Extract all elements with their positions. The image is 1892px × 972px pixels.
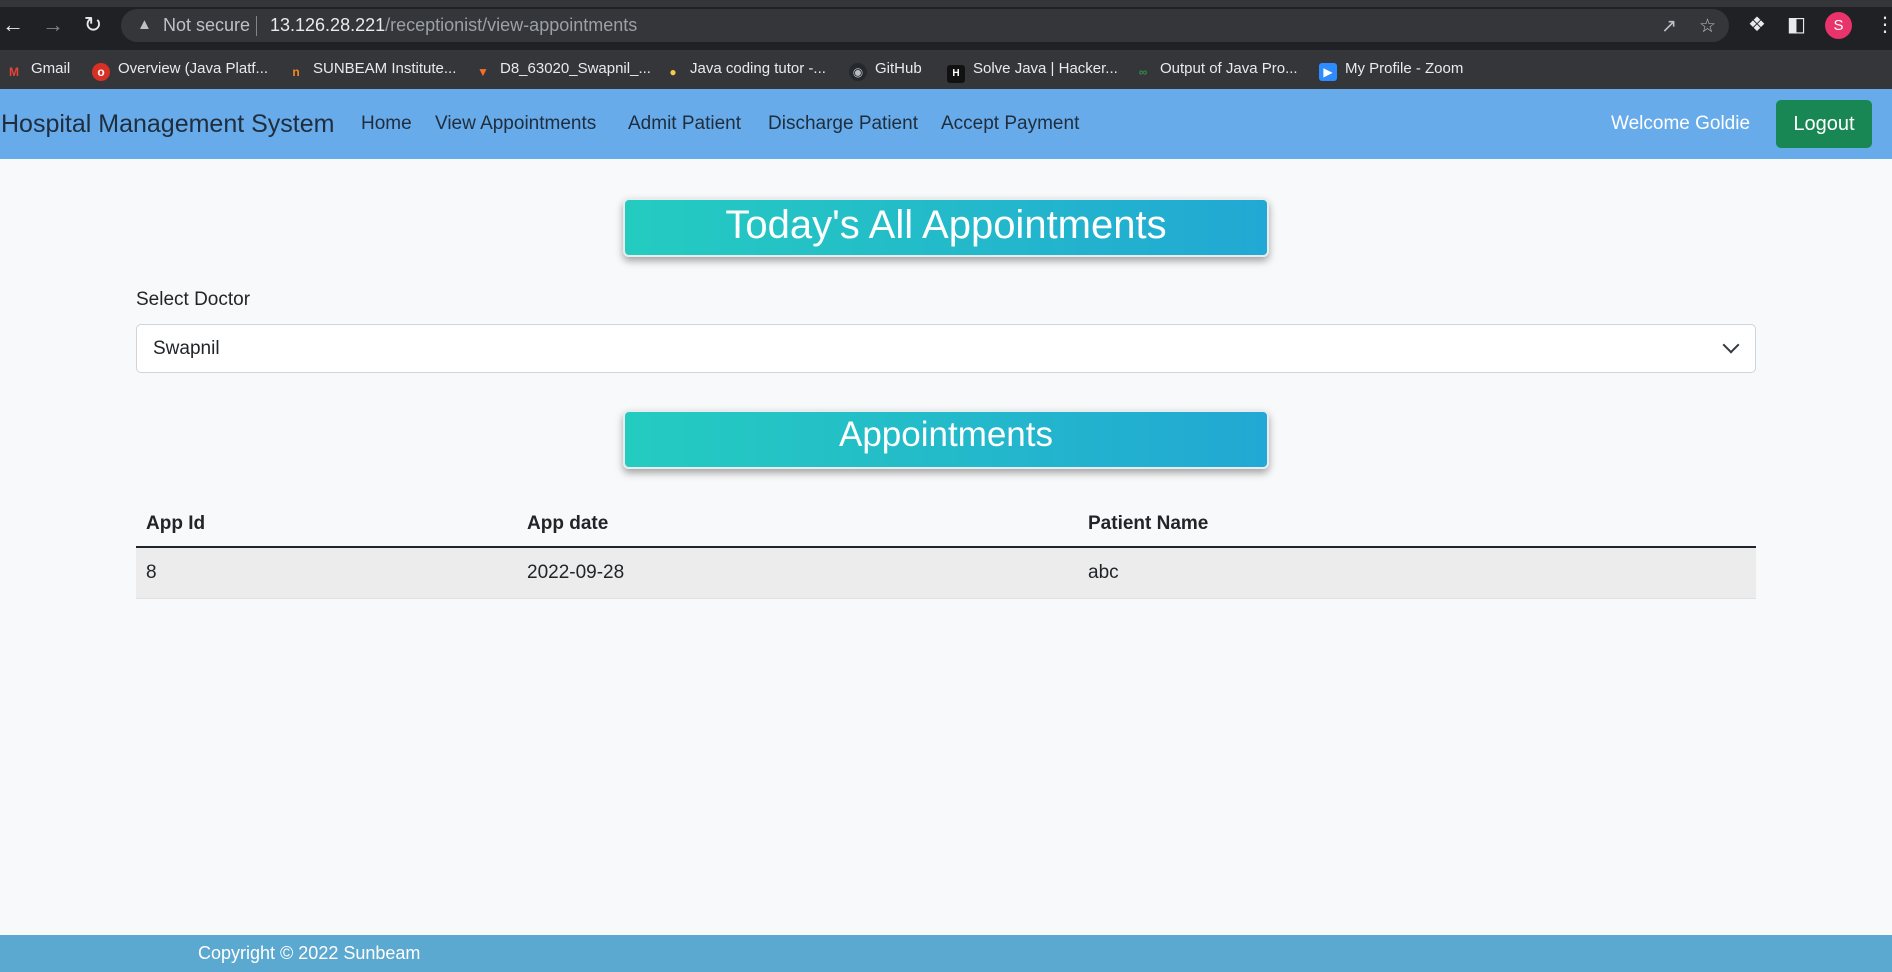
bookmark-label: My Profile - Zoom xyxy=(1345,60,1464,77)
page-title: Today's All Appointments xyxy=(623,198,1269,257)
nav-discharge-patient[interactable]: Discharge Patient xyxy=(768,113,918,135)
gitlab-icon: ▼ xyxy=(477,65,489,79)
bookmark-java-tutor[interactable]: ● Java coding tutor -... xyxy=(664,58,826,80)
header-app-id: App Id xyxy=(146,513,206,534)
menu-icon[interactable]: ⋮ xyxy=(1875,12,1892,37)
bookmark-gitlab[interactable]: ▼ D8_63020_Swapnil_... xyxy=(474,58,651,80)
browser-toolbar: ← → ↻ ▲ Not secure 13.126.28.221/recepti… xyxy=(0,0,1892,50)
omnibox-divider xyxy=(256,16,257,36)
app-navbar: Hospital Management System Home View App… xyxy=(0,89,1892,159)
table-header: App Id App date Patient Name xyxy=(136,500,1756,548)
bookmark-github[interactable]: ◉ GitHub xyxy=(849,58,922,81)
bookmark-label: Overview (Java Platf... xyxy=(118,60,269,77)
bookmarks-bar: M Gmail o Overview (Java Platf... n SUNBEAM… xyxy=(0,50,1892,89)
nav-home[interactable]: Home xyxy=(361,113,412,135)
side-panel-icon[interactable]: ◧ xyxy=(1787,12,1806,37)
bookmark-sunbeam[interactable]: n SUNBEAM Institute... xyxy=(287,58,456,80)
oracle-icon: o xyxy=(92,63,110,81)
github-icon: ◉ xyxy=(849,63,867,81)
select-doctor-label: Select Doctor xyxy=(136,289,251,310)
chevron-down-icon xyxy=(1722,336,1740,354)
nav-view-appointments[interactable]: View Appointments xyxy=(435,113,596,135)
bookmark-output-java[interactable]: ∞ Output of Java Pro... xyxy=(1134,58,1298,80)
brand-title[interactable]: Hospital Management System xyxy=(1,110,334,139)
geeksforgeeks-icon: ∞ xyxy=(1138,65,1148,79)
python-icon: ● xyxy=(669,65,677,79)
bookmark-label: SUNBEAM Institute... xyxy=(313,60,457,77)
hackerrank-icon: H xyxy=(947,65,965,83)
url-text[interactable]: 13.126.28.221/receptionist/view-appointm… xyxy=(270,15,637,36)
share-icon[interactable]: ↗ xyxy=(1661,15,1677,38)
bookmark-label: Solve Java | Hacker... xyxy=(973,60,1118,77)
bookmark-label: Gmail xyxy=(31,60,71,77)
bookmark-label: D8_63020_Swapnil_... xyxy=(500,60,651,77)
back-icon[interactable]: ← xyxy=(0,12,26,38)
welcome-text: Welcome Goldie xyxy=(1611,113,1751,134)
address-bar[interactable]: ▲ Not secure 13.126.28.221/receptionist/… xyxy=(121,9,1729,42)
bookmark-hackerrank[interactable]: H Solve Java | Hacker... xyxy=(947,58,1118,83)
bookmark-zoom[interactable]: ▶ My Profile - Zoom xyxy=(1319,58,1464,81)
appointments-table: App Id App date Patient Name 8 2022-09-2… xyxy=(136,500,1756,599)
forward-icon[interactable]: → xyxy=(40,12,66,38)
bookmark-label: Java coding tutor -... xyxy=(690,60,826,77)
bookmark-java-overview[interactable]: o Overview (Java Platf... xyxy=(92,58,269,81)
selected-doctor: Swapnil xyxy=(153,338,220,359)
cell-app-id: 8 xyxy=(146,562,157,583)
header-patient-name: Patient Name xyxy=(1088,513,1209,534)
doctor-select[interactable]: Swapnil xyxy=(136,324,1756,373)
bookmark-label: Output of Java Pro... xyxy=(1160,60,1298,77)
tab-strip xyxy=(0,0,1892,7)
bookmark-star-icon[interactable]: ☆ xyxy=(1699,15,1716,38)
bookmark-gmail[interactable]: M Gmail xyxy=(5,58,70,80)
header-app-date: App date xyxy=(527,513,609,534)
logout-button[interactable]: Logout xyxy=(1776,100,1872,148)
footer: Copyright © 2022 Sunbeam xyxy=(0,935,1892,972)
bookmark-label: GitHub xyxy=(875,60,922,77)
security-label[interactable]: Not secure xyxy=(163,15,250,36)
appointments-heading: Appointments xyxy=(623,410,1269,469)
url-host: 13.126.28.221 xyxy=(270,15,386,35)
table-row: 8 2022-09-28 abc xyxy=(136,548,1756,599)
nav-admit-patient[interactable]: Admit Patient xyxy=(628,113,741,135)
sunbeam-icon: n xyxy=(292,65,300,79)
copyright-text: Copyright © 2022 Sunbeam xyxy=(198,943,421,963)
zoom-icon: ▶ xyxy=(1319,63,1337,81)
extensions-icon[interactable]: ❖ xyxy=(1748,12,1766,37)
nav-accept-payment[interactable]: Accept Payment xyxy=(941,113,1079,135)
cell-patient-name: abc xyxy=(1088,562,1119,583)
profile-avatar[interactable]: S xyxy=(1825,12,1852,39)
url-path: /receptionist/view-appointments xyxy=(385,15,638,35)
warning-icon: ▲ xyxy=(137,16,152,33)
gmail-icon: M xyxy=(9,65,19,79)
reload-icon[interactable]: ↻ xyxy=(80,12,106,38)
cell-app-date: 2022-09-28 xyxy=(527,562,625,583)
